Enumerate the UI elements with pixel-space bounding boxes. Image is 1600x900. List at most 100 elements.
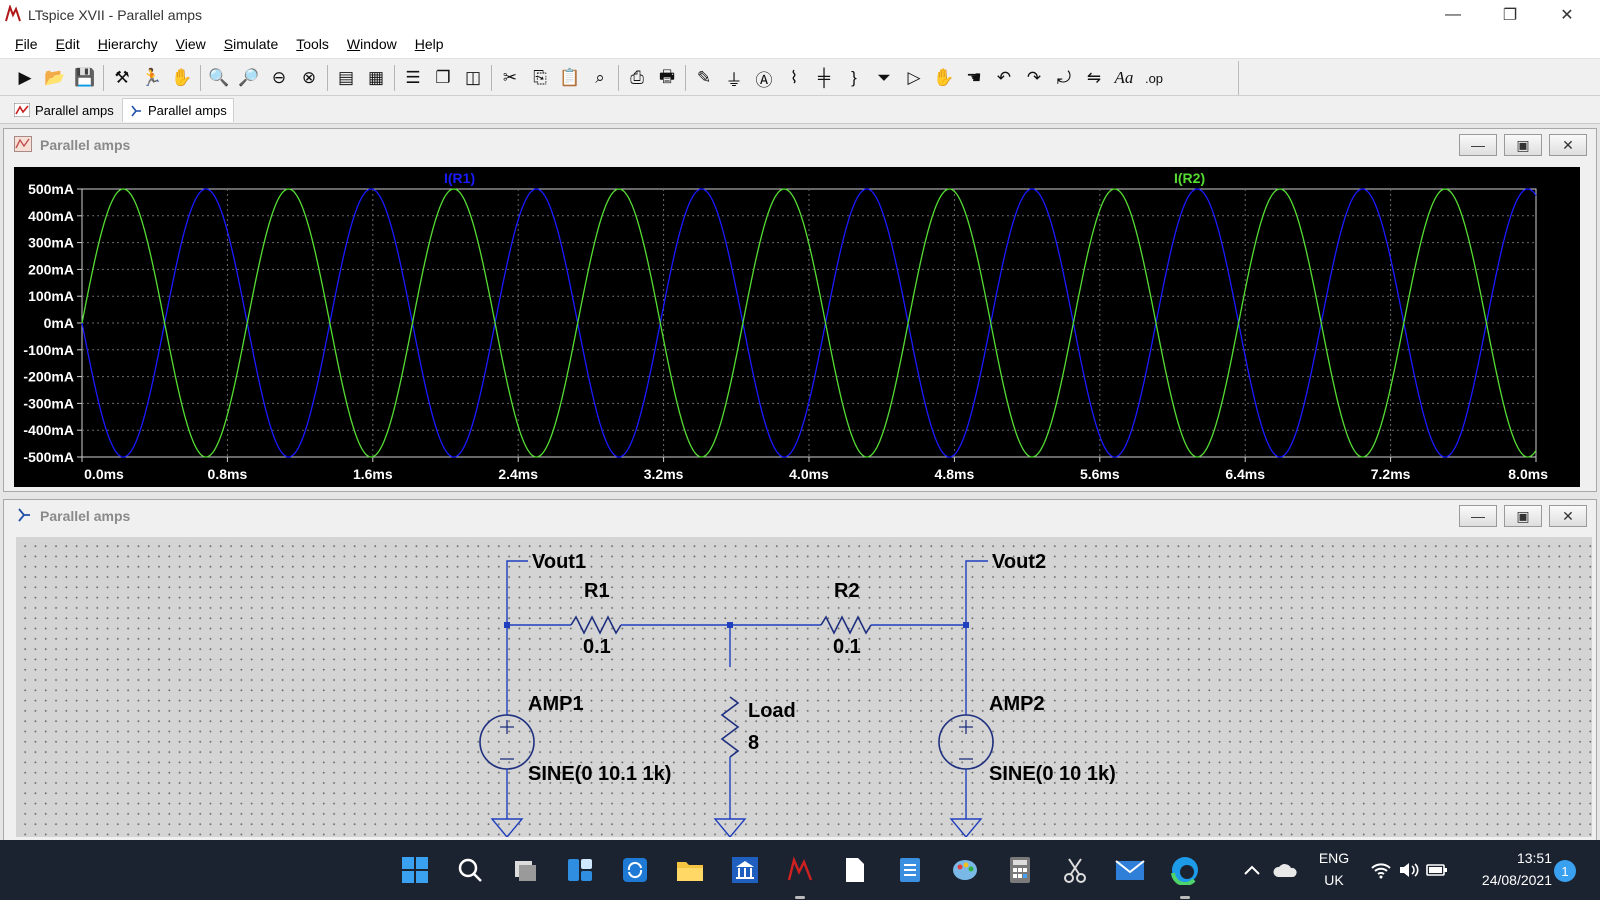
document-app-icon[interactable] <box>835 850 875 890</box>
x-tick-label: 3.2ms <box>644 466 684 482</box>
volume-icon[interactable] <box>1396 850 1422 890</box>
mail-icon[interactable] <box>1110 850 1150 890</box>
x-tick-label: 4.8ms <box>935 466 975 482</box>
task-view-icon[interactable] <box>505 850 545 890</box>
grid-icon[interactable]: ▦ <box>361 64 391 92</box>
battery-icon[interactable] <box>1424 850 1450 890</box>
zoom-fit-icon[interactable]: ⊗ <box>294 64 324 92</box>
copy-icon[interactable]: ⎘ <box>525 64 555 92</box>
schematic-window-caption: Parallel amps — ▣ ✕ <box>4 500 1596 530</box>
print-preview-icon[interactable]: ⎙ <box>622 64 652 92</box>
drag-icon[interactable]: ☚ <box>959 64 989 92</box>
resistor-icon[interactable]: ⌇ <box>779 64 809 92</box>
wire-icon[interactable]: ✎ <box>689 64 719 92</box>
schematic-maximize-button[interactable]: ▣ <box>1504 505 1542 527</box>
file-explorer-icon[interactable] <box>670 850 710 890</box>
y-tick-label: -500mA <box>23 449 74 465</box>
menu-simulate[interactable]: Simulate <box>215 36 287 52</box>
schematic-minimize-button[interactable]: — <box>1459 505 1497 527</box>
clock-date[interactable]: 24/08/2021 <box>1462 872 1552 888</box>
tab-schematic[interactable]: Parallel amps <box>122 98 234 122</box>
paste-icon[interactable]: 📋 <box>555 64 585 92</box>
inductor-icon[interactable]: } <box>839 64 869 92</box>
region-indicator[interactable]: UK <box>1316 872 1352 888</box>
paint-icon[interactable] <box>945 850 985 890</box>
waveform-window-caption: Parallel amps — ▣ ✕ <box>4 129 1596 159</box>
ltspice-taskbar-icon[interactable] <box>780 850 820 890</box>
component-icon[interactable]: ▷ <box>899 64 929 92</box>
menu-view[interactable]: View <box>167 36 215 52</box>
control-panel-icon[interactable]: ⚒ <box>107 64 137 92</box>
bank-app-icon[interactable] <box>725 850 765 890</box>
edge-browser-icon[interactable] <box>1165 850 1205 890</box>
clock-time[interactable]: 13:51 <box>1462 850 1552 866</box>
tile-vertical-icon[interactable]: ◫ <box>458 64 488 92</box>
label-net-icon[interactable]: Ⓐ <box>749 64 779 92</box>
menu-file[interactable]: File <box>6 36 47 52</box>
menu-window[interactable]: Window <box>338 36 406 52</box>
wifi-icon[interactable] <box>1368 850 1394 890</box>
waveform-window: Parallel amps — ▣ ✕ 500mA 400mA 300mA 200mA… <box>3 128 1597 492</box>
pan-icon[interactable]: ✋ <box>167 64 197 92</box>
close-button[interactable]: ✕ <box>1544 0 1590 30</box>
schematic-canvas[interactable]: Vout1 Vout2 R1 0.1 R2 0.1 Load 8 AMP1 SI… <box>16 537 1592 837</box>
notification-badge[interactable]: 1 <box>1554 860 1576 882</box>
diode-icon[interactable]: ⏷ <box>869 64 899 92</box>
minimize-button[interactable]: — <box>1430 0 1476 30</box>
widgets-icon[interactable] <box>560 850 600 890</box>
calculator-icon[interactable] <box>1000 850 1040 890</box>
waveform-close-button[interactable]: ✕ <box>1549 134 1587 156</box>
amp1-value-label: SINE(0 10.1 1k) <box>528 763 671 785</box>
chevron-up-icon[interactable] <box>1240 850 1264 890</box>
waveform-maximize-button[interactable]: ▣ <box>1504 134 1542 156</box>
spice-directive-icon[interactable]: .op <box>1139 64 1169 92</box>
edge-indicator <box>1180 896 1190 899</box>
amp2-name-label: AMP2 <box>989 693 1045 715</box>
y-tick-label: 100mA <box>28 288 74 304</box>
zoom-area-icon[interactable]: 🔎 <box>234 64 264 92</box>
junction-load <box>727 622 733 628</box>
amp2-value-label: SINE(0 10 1k) <box>989 763 1116 785</box>
restore-button[interactable]: ❐ <box>1487 0 1533 30</box>
search-icon[interactable] <box>450 850 490 890</box>
print-icon[interactable]: 🖶 <box>652 64 682 92</box>
save-icon[interactable]: 💾 <box>70 64 100 92</box>
start-icon[interactable] <box>395 850 435 890</box>
find-icon[interactable]: ⌕ <box>585 64 615 92</box>
language-indicator[interactable]: ENG <box>1316 850 1352 866</box>
x-tick-label: 2.4ms <box>498 466 538 482</box>
capacitor-icon[interactable]: ╪ <box>809 64 839 92</box>
y-tick-label: -300mA <box>23 395 74 411</box>
zoom-out-icon[interactable]: ⊖ <box>264 64 294 92</box>
waveform-minimize-button[interactable]: — <box>1459 134 1497 156</box>
redo-icon[interactable]: ↷ <box>1019 64 1049 92</box>
load-name-label: Load <box>748 700 796 722</box>
waveform-plot[interactable]: 500mA 400mA 300mA 200mA 100mA 0mA -100mA -200mA… <box>14 167 1580 487</box>
schematic-close-button[interactable]: ✕ <box>1549 505 1587 527</box>
y-tick-label: 500mA <box>28 181 74 197</box>
cut-icon[interactable]: ✂ <box>495 64 525 92</box>
sync-app-icon[interactable] <box>615 850 655 890</box>
snipping-tool-icon[interactable] <box>1055 850 1095 890</box>
run-icon[interactable]: 🏃 <box>137 64 167 92</box>
menu-help[interactable]: Help <box>406 36 453 52</box>
open-icon[interactable]: 📂 <box>40 64 70 92</box>
new-schematic-icon[interactable]: ▶ <box>10 64 40 92</box>
onedrive-cloud-icon[interactable] <box>1270 850 1300 890</box>
zoom-in-icon[interactable]: 🔍 <box>204 64 234 92</box>
autorange-icon[interactable]: ▤ <box>331 64 361 92</box>
menu-edit[interactable]: Edit <box>47 36 89 52</box>
rotate-icon[interactable]: ⤾ <box>1049 64 1079 92</box>
menu-tools[interactable]: Tools <box>287 36 338 52</box>
ground-icon[interactable]: ⏚ <box>719 64 749 92</box>
x-tick-label: 6.4ms <box>1225 466 1265 482</box>
undo-icon[interactable]: ↶ <box>989 64 1019 92</box>
notepad-icon[interactable] <box>890 850 930 890</box>
mirror-icon[interactable]: ⇋ <box>1079 64 1109 92</box>
tile-horizontal-icon[interactable]: ☰ <box>398 64 428 92</box>
text-icon[interactable]: Aa <box>1109 64 1139 92</box>
cascade-icon[interactable]: ❐ <box>428 64 458 92</box>
move-icon[interactable]: ✋ <box>929 64 959 92</box>
menu-hierarchy[interactable]: Hierarchy <box>89 36 167 52</box>
tab-waveform[interactable]: Parallel amps <box>8 98 120 122</box>
